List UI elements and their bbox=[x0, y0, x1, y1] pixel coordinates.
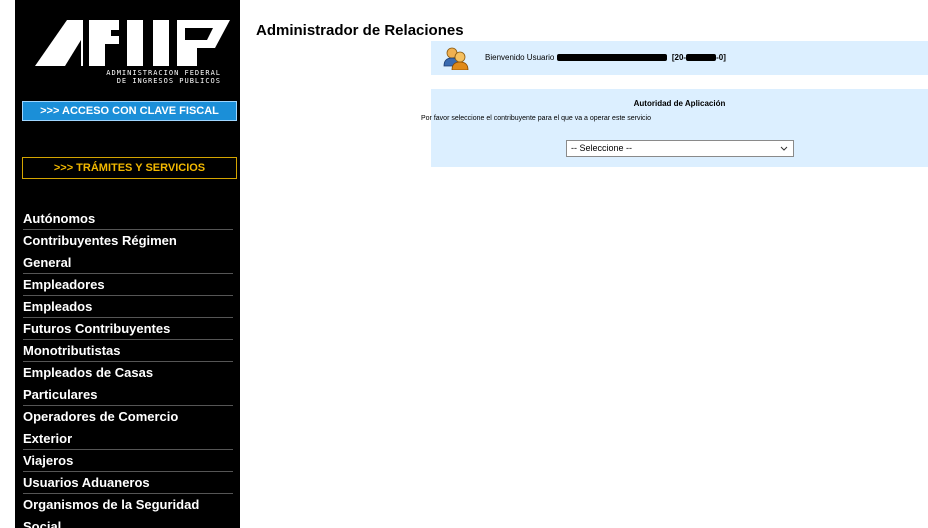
logo-text: ADMINISTRACION FEDERAL DE INGRESOS PUBLI… bbox=[71, 69, 221, 85]
sidebar-item-operadores-comercio[interactable]: Operadores de Comercio bbox=[23, 406, 233, 428]
logo-text-line1: ADMINISTRACION FEDERAL bbox=[106, 69, 221, 77]
sidebar-item-futuros-contribuyentes[interactable]: Futuros Contribuyentes bbox=[23, 318, 233, 340]
panel-title: Autoridad de Aplicación bbox=[633, 99, 726, 108]
sidebar-item-viajeros[interactable]: Viajeros bbox=[23, 450, 233, 472]
sidebar-item-autonomos[interactable]: Autónomos bbox=[23, 208, 233, 230]
contribuyente-select[interactable]: -- Seleccione -- bbox=[566, 140, 794, 157]
logo-text-line2: DE INGRESOS PUBLICOS bbox=[116, 77, 221, 85]
redacted-username bbox=[556, 54, 667, 62]
sidebar-item-empleados-casas[interactable]: Empleados de Casas bbox=[23, 362, 233, 384]
sidebar-item-exterior[interactable]: Exterior bbox=[23, 428, 233, 450]
welcome-bar: Bienvenido Usuario [20- -0] bbox=[431, 41, 928, 75]
panel-instruction: Por favor seleccione el contribuyente pa… bbox=[421, 115, 651, 122]
sidebar-item-monotributistas[interactable]: Monotributistas bbox=[23, 340, 233, 362]
cuit-prefix: [20- bbox=[671, 53, 687, 62]
cuit-display: [20- -0] bbox=[672, 53, 726, 62]
sidebar-item-general[interactable]: General bbox=[23, 252, 233, 274]
cuit-suffix: -0] bbox=[716, 53, 726, 62]
sidebar: ADMINISTRACION FEDERAL DE INGRESOS PUBLI… bbox=[15, 0, 240, 528]
users-icon bbox=[443, 47, 469, 70]
tramites-servicios-button[interactable]: >>> TRÁMITES Y SERVICIOS bbox=[22, 157, 237, 179]
sidebar-item-organismos-seguridad[interactable]: Organismos de la Seguridad bbox=[23, 494, 233, 516]
redacted-cuit bbox=[686, 54, 717, 62]
sidebar-item-social[interactable]: Social bbox=[23, 516, 233, 528]
sidebar-item-empleadores[interactable]: Empleadores bbox=[23, 274, 233, 296]
clave-fiscal-button[interactable]: >>> ACCESO CON CLAVE FISCAL bbox=[22, 101, 237, 121]
sidebar-item-particulares[interactable]: Particulares bbox=[23, 384, 233, 406]
chevron-down-icon bbox=[780, 146, 788, 151]
authority-panel: Autoridad de Aplicación Por favor selecc… bbox=[421, 89, 928, 167]
select-value: -- Seleccione -- bbox=[571, 143, 633, 153]
sidebar-item-empleados[interactable]: Empleados bbox=[23, 296, 233, 318]
welcome-label: Bienvenido Usuario bbox=[485, 53, 555, 62]
page-title: Administrador de Relaciones bbox=[256, 22, 464, 39]
sidebar-menu: Autónomos Contribuyentes Régimen General… bbox=[23, 208, 233, 528]
welcome-text: Bienvenido Usuario [20- -0] bbox=[485, 53, 726, 62]
sidebar-item-contribuyentes-regimen[interactable]: Contribuyentes Régimen bbox=[23, 230, 233, 252]
sidebar-item-usuarios-aduaneros[interactable]: Usuarios Aduaneros bbox=[23, 472, 233, 494]
